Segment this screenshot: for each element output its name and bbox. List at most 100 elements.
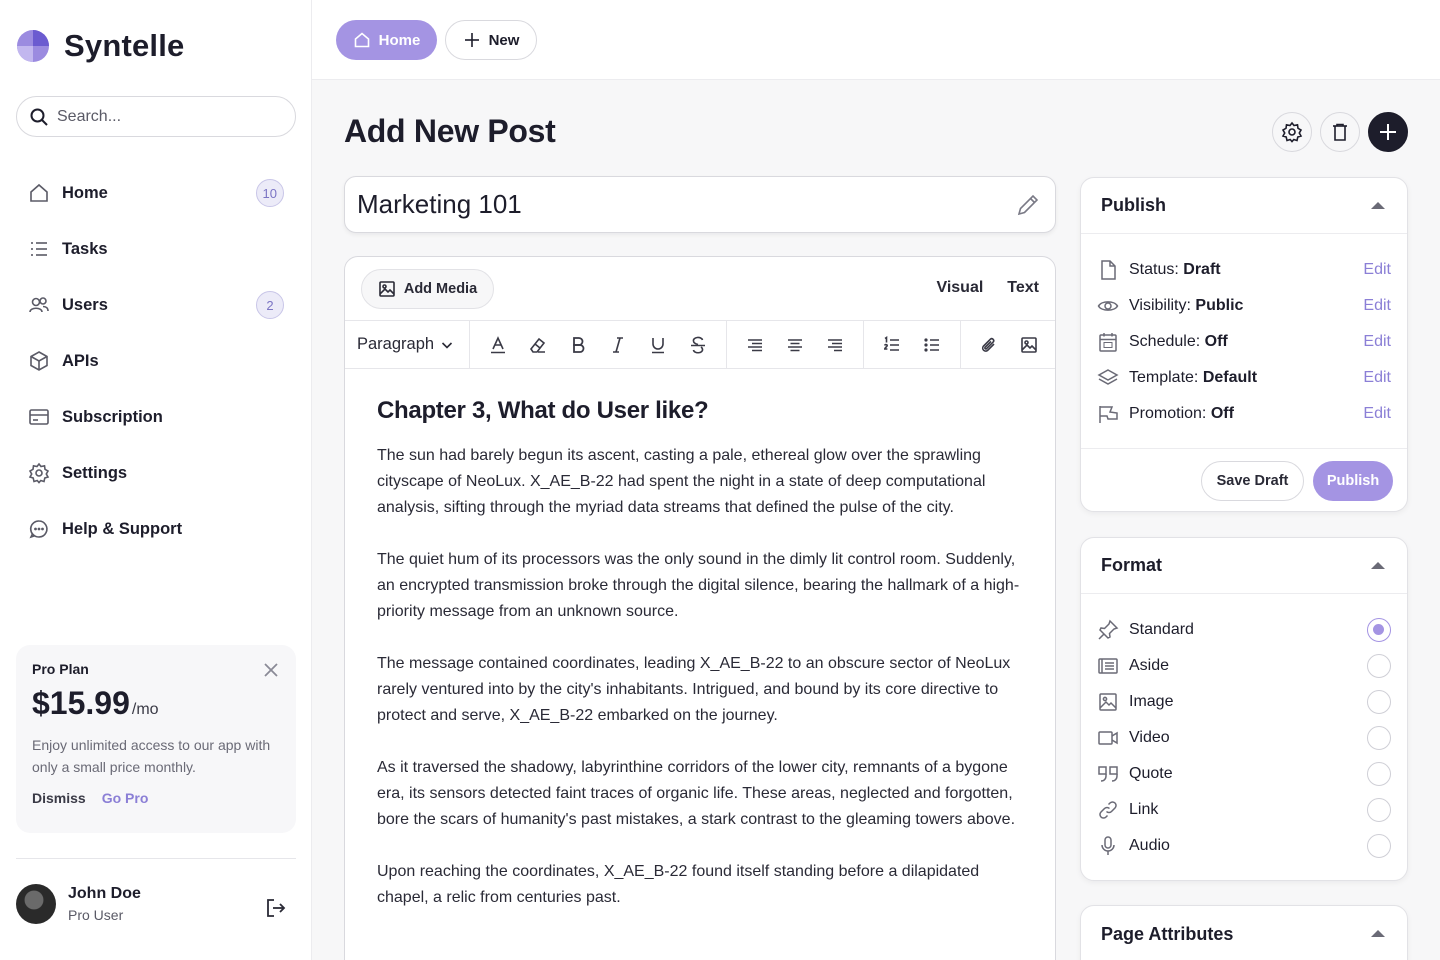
format-option-label: Standard xyxy=(1129,621,1194,638)
home-icon xyxy=(30,183,48,202)
format-option-link[interactable]: Link xyxy=(1081,792,1407,828)
insert-group xyxy=(961,320,1055,369)
attach-button[interactable] xyxy=(971,327,1007,363)
bold-button[interactable] xyxy=(560,327,596,363)
align-justify-button[interactable] xyxy=(817,327,853,363)
pro-plan-card: Pro Plan $15.99 /mo Enjoy unlimited acce… xyxy=(16,645,296,833)
publish-panel-header[interactable]: Publish xyxy=(1081,178,1407,234)
sidebar-item-settings[interactable]: Settings xyxy=(16,445,296,501)
tab-visual[interactable]: Visual xyxy=(936,279,983,297)
radio-link[interactable] xyxy=(1367,798,1391,822)
sidebar-item-label: Tasks xyxy=(62,239,108,258)
tab-new[interactable]: New xyxy=(445,20,537,60)
edit-status-link[interactable]: Edit xyxy=(1363,261,1391,279)
radio-standard[interactable] xyxy=(1367,618,1391,642)
caret-up-icon[interactable] xyxy=(1369,557,1387,575)
page-attributes-header[interactable]: Page Attributes xyxy=(1081,906,1407,960)
brand-logo-icon xyxy=(17,30,49,62)
content-paragraph: The sun had barely begun its ascent, cas… xyxy=(377,447,986,516)
align-right-button[interactable] xyxy=(737,327,773,363)
publish-row-status: Status: Draft Edit xyxy=(1081,252,1407,288)
radio-aside[interactable] xyxy=(1367,654,1391,678)
sidebar-item-users[interactable]: Users 2 xyxy=(16,277,296,333)
insert-image-button[interactable] xyxy=(1011,327,1047,363)
italic-button[interactable] xyxy=(600,327,636,363)
aside-icon xyxy=(1098,658,1118,674)
caret-up-icon[interactable] xyxy=(1369,925,1387,943)
post-title-box[interactable] xyxy=(344,176,1056,233)
format-option-image[interactable]: Image xyxy=(1081,684,1407,720)
edit-promotion-link[interactable]: Edit xyxy=(1363,405,1391,423)
page-title: Add New Post xyxy=(344,113,556,149)
sidebar-item-subscription[interactable]: Subscription xyxy=(16,389,296,445)
strikethrough-button[interactable] xyxy=(680,327,716,363)
flag-icon xyxy=(1099,406,1118,423)
save-draft-button[interactable]: Save Draft xyxy=(1201,461,1304,501)
editor-content[interactable]: Chapter 3, What do User like? The sun ha… xyxy=(377,397,1033,937)
sidebar-item-help[interactable]: Help & Support xyxy=(16,501,296,557)
logout-icon[interactable] xyxy=(264,896,288,920)
text-color-button[interactable] xyxy=(480,327,516,363)
align-group xyxy=(727,320,864,369)
paperclip-icon xyxy=(981,337,995,352)
radio-image[interactable] xyxy=(1367,690,1391,714)
align-center-button[interactable] xyxy=(777,327,813,363)
home-icon xyxy=(354,32,369,48)
page-attributes-title: Page Attributes xyxy=(1101,923,1234,944)
ordered-list-button[interactable] xyxy=(874,327,910,363)
bullet-list-button[interactable] xyxy=(914,327,950,363)
users-count-badge: 2 xyxy=(256,291,284,319)
tab-text[interactable]: Text xyxy=(1007,279,1039,297)
delete-button[interactable] xyxy=(1320,112,1360,152)
sidebar-item-home[interactable]: Home 10 xyxy=(16,165,296,221)
format-option-audio[interactable]: Audio xyxy=(1081,828,1407,864)
tab-home[interactable]: Home xyxy=(336,20,437,60)
sidebar-item-tasks[interactable]: Tasks xyxy=(16,221,296,277)
format-option-standard[interactable]: Standard xyxy=(1081,612,1407,648)
cube-icon xyxy=(30,351,48,371)
pencil-icon[interactable] xyxy=(1015,192,1041,218)
dismiss-link[interactable]: Dismiss xyxy=(32,790,86,806)
underline-icon xyxy=(652,337,664,353)
format-option-label: Video xyxy=(1129,729,1170,746)
radio-audio[interactable] xyxy=(1367,834,1391,858)
search-input[interactable] xyxy=(57,107,277,126)
brand[interactable]: Syntelle xyxy=(16,28,184,64)
format-option-aside[interactable]: Aside xyxy=(1081,648,1407,684)
paragraph-select[interactable]: Paragraph xyxy=(345,320,470,369)
plus-icon xyxy=(464,33,479,47)
edit-template-link[interactable]: Edit xyxy=(1363,369,1391,387)
edit-visibility-link[interactable]: Edit xyxy=(1363,297,1391,315)
format-option-label: Aside xyxy=(1129,657,1170,674)
format-option-quote[interactable]: Quote xyxy=(1081,756,1407,792)
publish-panel: Publish Status: Draft Edit Visibility: P… xyxy=(1080,177,1408,512)
strikethrough-icon xyxy=(691,336,705,354)
go-pro-link[interactable]: Go Pro xyxy=(102,790,149,806)
publish-button[interactable]: Publish xyxy=(1313,461,1393,501)
format-panel-header[interactable]: Format xyxy=(1081,538,1407,594)
publish-row-schedule: Schedule: Off Edit xyxy=(1081,324,1407,360)
sidebar-divider xyxy=(16,858,296,859)
caret-up-icon[interactable] xyxy=(1369,197,1387,215)
add-media-button[interactable]: Add Media xyxy=(361,269,494,309)
radio-video[interactable] xyxy=(1367,726,1391,750)
format-option-video[interactable]: Video xyxy=(1081,720,1407,756)
user-name: John Doe xyxy=(68,885,141,902)
user-profile[interactable]: John Doe Pro User xyxy=(16,884,141,924)
close-icon[interactable] xyxy=(262,661,280,679)
sidebar-item-apis[interactable]: APIs xyxy=(16,333,296,389)
clear-format-button[interactable] xyxy=(520,327,556,363)
post-title-input[interactable] xyxy=(357,189,997,220)
search-box[interactable] xyxy=(16,96,296,137)
publish-row-text: Promotion: Off xyxy=(1129,405,1234,422)
publish-panel-title: Publish xyxy=(1101,195,1167,215)
underline-button[interactable] xyxy=(640,327,676,363)
editor-mode-tabs: Visual Text xyxy=(936,279,1039,297)
settings-button[interactable] xyxy=(1272,112,1312,152)
add-button[interactable] xyxy=(1368,112,1408,152)
document-icon xyxy=(1101,260,1116,280)
edit-schedule-link[interactable]: Edit xyxy=(1363,333,1391,351)
publish-row-visibility: Visibility: Public Edit xyxy=(1081,288,1407,324)
radio-quote[interactable] xyxy=(1367,762,1391,786)
pin-icon xyxy=(1098,619,1119,640)
